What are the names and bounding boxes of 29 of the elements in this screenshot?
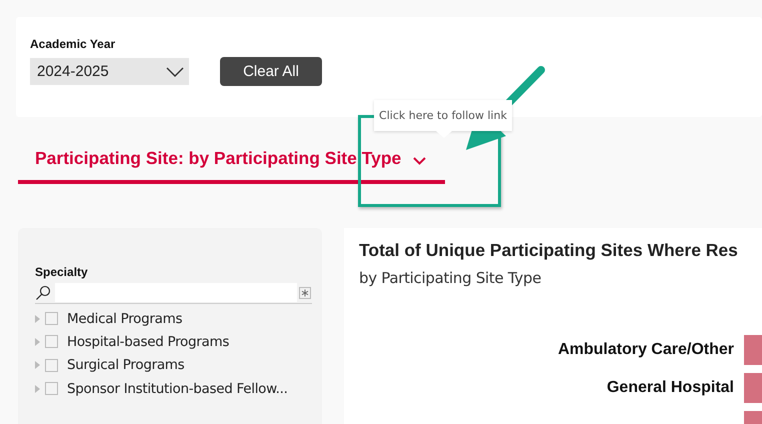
clear-all-button[interactable]: Clear All bbox=[220, 57, 322, 86]
chevron-down-icon[interactable] bbox=[413, 157, 426, 165]
expand-icon[interactable] bbox=[35, 338, 40, 346]
slicer-item[interactable]: Surgical Programs bbox=[67, 357, 184, 374]
slicer-label: Specialty bbox=[35, 265, 89, 279]
clear-selection-icon[interactable] bbox=[299, 286, 311, 298]
expand-icon[interactable] bbox=[35, 314, 40, 323]
expand-icon[interactable] bbox=[35, 384, 40, 393]
slicer-item[interactable]: Hospital-based Programs bbox=[67, 334, 230, 350]
year-dropdown[interactable]: 2024-2025 bbox=[30, 58, 189, 85]
tooltip-pointer bbox=[436, 131, 452, 138]
filter-label: Academic Year bbox=[30, 37, 116, 51]
section-title[interactable]: Participating Site: by Participating Site Type bbox=[35, 148, 402, 168]
search-icon bbox=[35, 284, 51, 300]
chart-subtitle: by Participating Site Type bbox=[359, 269, 542, 287]
bar-label: Ambulatory Care/Other bbox=[558, 341, 734, 359]
chart-title: Total of Unique Participating Sites Where Res bbox=[359, 240, 739, 261]
search-field[interactable] bbox=[55, 283, 297, 302]
checkbox[interactable] bbox=[45, 335, 58, 348]
slicer-item[interactable]: Sponsor Institution-based Fellow... bbox=[67, 380, 288, 397]
bar-label: General Hospital bbox=[606, 379, 734, 397]
checkbox[interactable] bbox=[45, 312, 58, 326]
bar bbox=[744, 373, 762, 403]
expand-icon[interactable] bbox=[35, 361, 40, 370]
bar bbox=[744, 335, 762, 365]
slicer-item[interactable]: Medical Programs bbox=[67, 310, 182, 327]
chevron-down-icon bbox=[166, 66, 184, 76]
checkbox[interactable] bbox=[45, 358, 58, 372]
checkbox[interactable] bbox=[45, 382, 58, 396]
